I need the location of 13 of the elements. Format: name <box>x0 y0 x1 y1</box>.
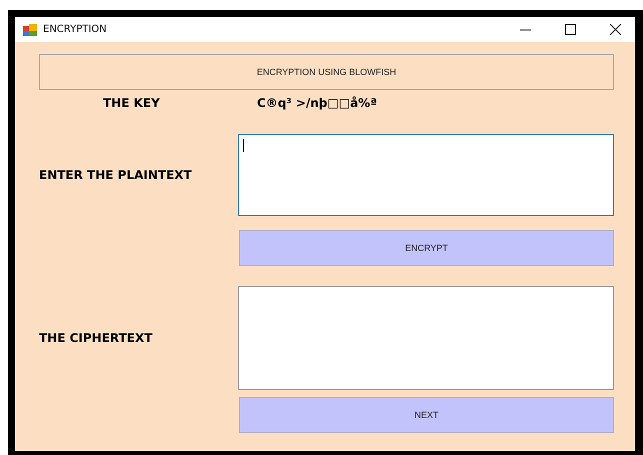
plaintext-field[interactable] <box>238 134 614 216</box>
app-icon <box>23 24 37 36</box>
maximize-icon[interactable] <box>565 24 576 35</box>
ciphertext-label: THE CIPHERTEXT <box>39 331 154 345</box>
next-button[interactable]: NEXT <box>239 397 614 433</box>
header-label: ENCRYPTION USING BLOWFISH <box>39 54 614 90</box>
key-value: C®q³ >/nþ□□å%ª <box>257 96 377 110</box>
key-label: THE KEY <box>102 96 161 110</box>
plaintext-label: ENTER THE PLAINTEXT <box>39 168 193 182</box>
ciphertext-field[interactable] <box>238 286 614 390</box>
encrypt-button[interactable]: ENCRYPT <box>239 230 614 266</box>
close-icon[interactable] <box>610 24 621 35</box>
window-title: ENCRYPTION <box>43 24 107 35</box>
